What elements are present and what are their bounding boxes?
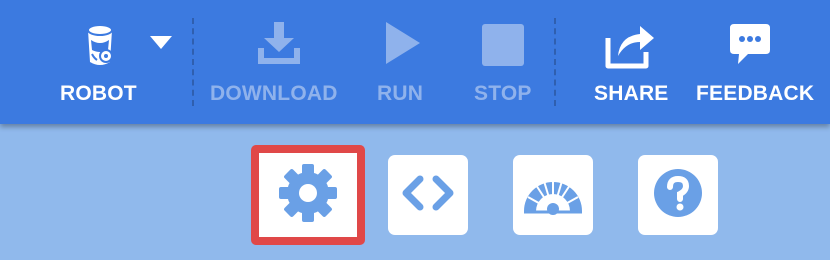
robot-dropdown-icon[interactable] xyxy=(150,36,172,55)
download-icon xyxy=(254,18,304,74)
stop-icon xyxy=(482,18,524,74)
share-button[interactable]: SHARE xyxy=(590,0,674,124)
question-icon xyxy=(653,168,703,223)
run-label: RUN xyxy=(377,82,424,105)
separator xyxy=(192,18,194,106)
tab-code[interactable] xyxy=(388,155,468,235)
separator xyxy=(554,18,556,106)
tab-settings-inner xyxy=(267,158,349,232)
top-toolbar: ROBOT DOWNLOAD RUN STOP SHARE FEEDBACK xyxy=(0,0,830,124)
share-icon xyxy=(604,18,658,74)
gauge-icon xyxy=(522,171,584,220)
tab-dashboard[interactable] xyxy=(513,155,593,235)
gear-icon xyxy=(275,160,341,231)
share-label: SHARE xyxy=(594,82,669,105)
feedback-button[interactable]: FEEDBACK xyxy=(694,0,816,124)
tab-help[interactable] xyxy=(638,155,718,235)
download-label: DOWNLOAD xyxy=(210,82,338,105)
stop-label: STOP xyxy=(474,82,532,105)
robot-icon xyxy=(80,18,120,74)
download-button[interactable]: DOWNLOAD xyxy=(208,0,348,124)
stop-button[interactable]: STOP xyxy=(470,0,536,124)
chat-bubble-icon xyxy=(730,18,770,74)
feedback-label: FEEDBACK xyxy=(696,82,815,105)
run-button[interactable]: RUN xyxy=(374,0,430,124)
play-icon xyxy=(382,18,422,74)
robot-label: ROBOT xyxy=(60,82,137,105)
tab-settings[interactable] xyxy=(251,145,365,245)
code-brackets-icon xyxy=(402,173,454,218)
robot-button[interactable]: ROBOT xyxy=(55,0,145,124)
